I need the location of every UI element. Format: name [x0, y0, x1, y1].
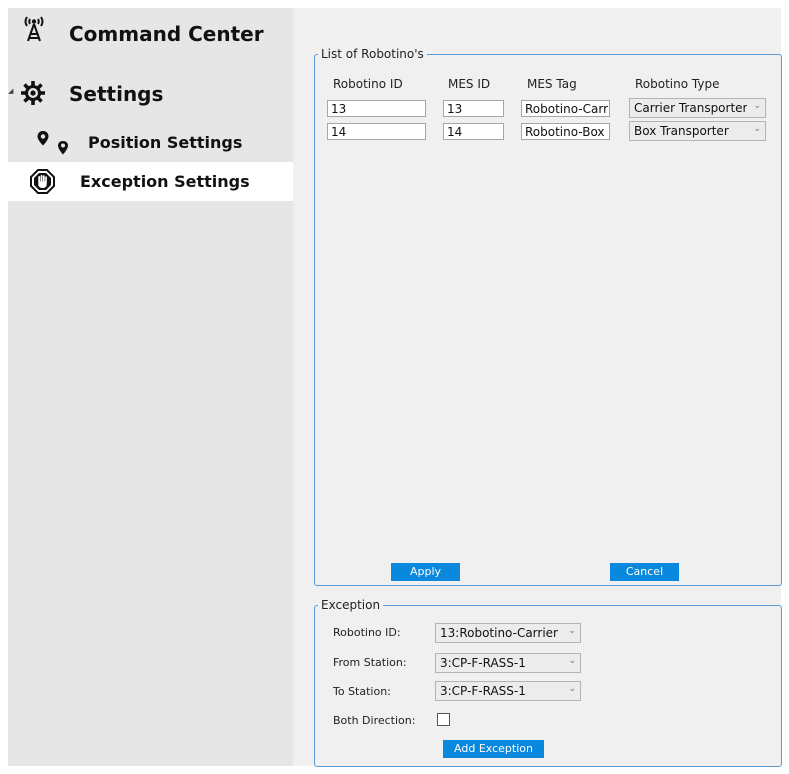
apply-button[interactable]: Apply	[391, 563, 460, 581]
from-station-value: 3:CP-F-RASS-1	[440, 656, 526, 670]
sidebar-item-settings[interactable]: ◢ Settings	[8, 68, 293, 122]
robotino-type-select[interactable]: Carrier Transporter ⌄	[629, 98, 766, 118]
robotino-id-field[interactable]: 13	[327, 100, 426, 117]
both-direction-label: Both Direction:	[333, 714, 416, 727]
chevron-down-icon: ⌄	[568, 684, 576, 694]
to-station-label: To Station:	[333, 685, 391, 698]
sidebar-item-position-settings[interactable]: Position Settings	[8, 124, 293, 162]
sidebar-item-exception-settings[interactable]: Exception Settings	[8, 162, 293, 201]
robotino-id-select[interactable]: 13:Robotino-Carrier ⌄	[435, 623, 581, 643]
robotino-type-value: Box Transporter	[634, 124, 729, 138]
column-header-mes-tag: MES Tag	[527, 77, 577, 91]
from-station-label: From Station:	[333, 656, 407, 669]
mes-id-field[interactable]: 14	[443, 123, 504, 140]
group-legend: List of Robotino's	[321, 47, 424, 61]
robotino-id-label: Robotino ID:	[333, 626, 401, 639]
both-direction-checkbox[interactable]	[437, 713, 450, 726]
cancel-button[interactable]: Cancel	[610, 563, 679, 581]
mes-tag-field[interactable]: Robotino-Box	[521, 123, 610, 140]
to-station-value: 3:CP-F-RASS-1	[440, 684, 526, 698]
chevron-down-icon: ⌄	[753, 124, 761, 134]
stop-hand-icon	[30, 169, 55, 194]
sidebar-item-label: Exception Settings	[80, 172, 250, 191]
main-panel: List of Robotino's Robotino ID MES ID ME…	[293, 8, 782, 767]
group-legend: Exception	[321, 598, 381, 612]
add-exception-button[interactable]: Add Exception	[443, 740, 544, 758]
sidebar-item-label: Settings	[69, 82, 164, 106]
gear-icon	[21, 81, 45, 105]
sidebar-item-command-center[interactable]: Command Center	[8, 8, 293, 62]
robotino-id-field[interactable]: 14	[327, 123, 426, 140]
from-station-select[interactable]: 3:CP-F-RASS-1 ⌄	[435, 653, 581, 673]
chevron-down-icon: ⌄	[753, 101, 761, 111]
sidebar-item-label: Position Settings	[88, 133, 243, 152]
expand-arrow-icon: ◢	[8, 87, 14, 95]
location-pins-icon	[37, 131, 68, 155]
chevron-down-icon: ⌄	[568, 656, 576, 666]
mes-id-field[interactable]: 13	[443, 100, 504, 117]
robotino-type-value: Carrier Transporter	[634, 101, 747, 115]
antenna-tower-icon	[24, 16, 44, 42]
column-header-mes-id: MES ID	[448, 77, 491, 91]
robotino-id-value: 13:Robotino-Carrier	[440, 626, 558, 640]
sidebar-item-label: Command Center	[69, 22, 264, 46]
sidebar: Command Center ◢ Settings Position Setti…	[8, 8, 293, 766]
to-station-select[interactable]: 3:CP-F-RASS-1 ⌄	[435, 681, 581, 701]
chevron-down-icon: ⌄	[568, 626, 576, 636]
column-header-robotino-type: Robotino Type	[635, 77, 720, 91]
robotino-type-select[interactable]: Box Transporter ⌄	[629, 121, 766, 141]
column-header-robotino-id: Robotino ID	[333, 77, 403, 91]
mes-tag-field[interactable]: Robotino-Carrier	[521, 100, 610, 117]
